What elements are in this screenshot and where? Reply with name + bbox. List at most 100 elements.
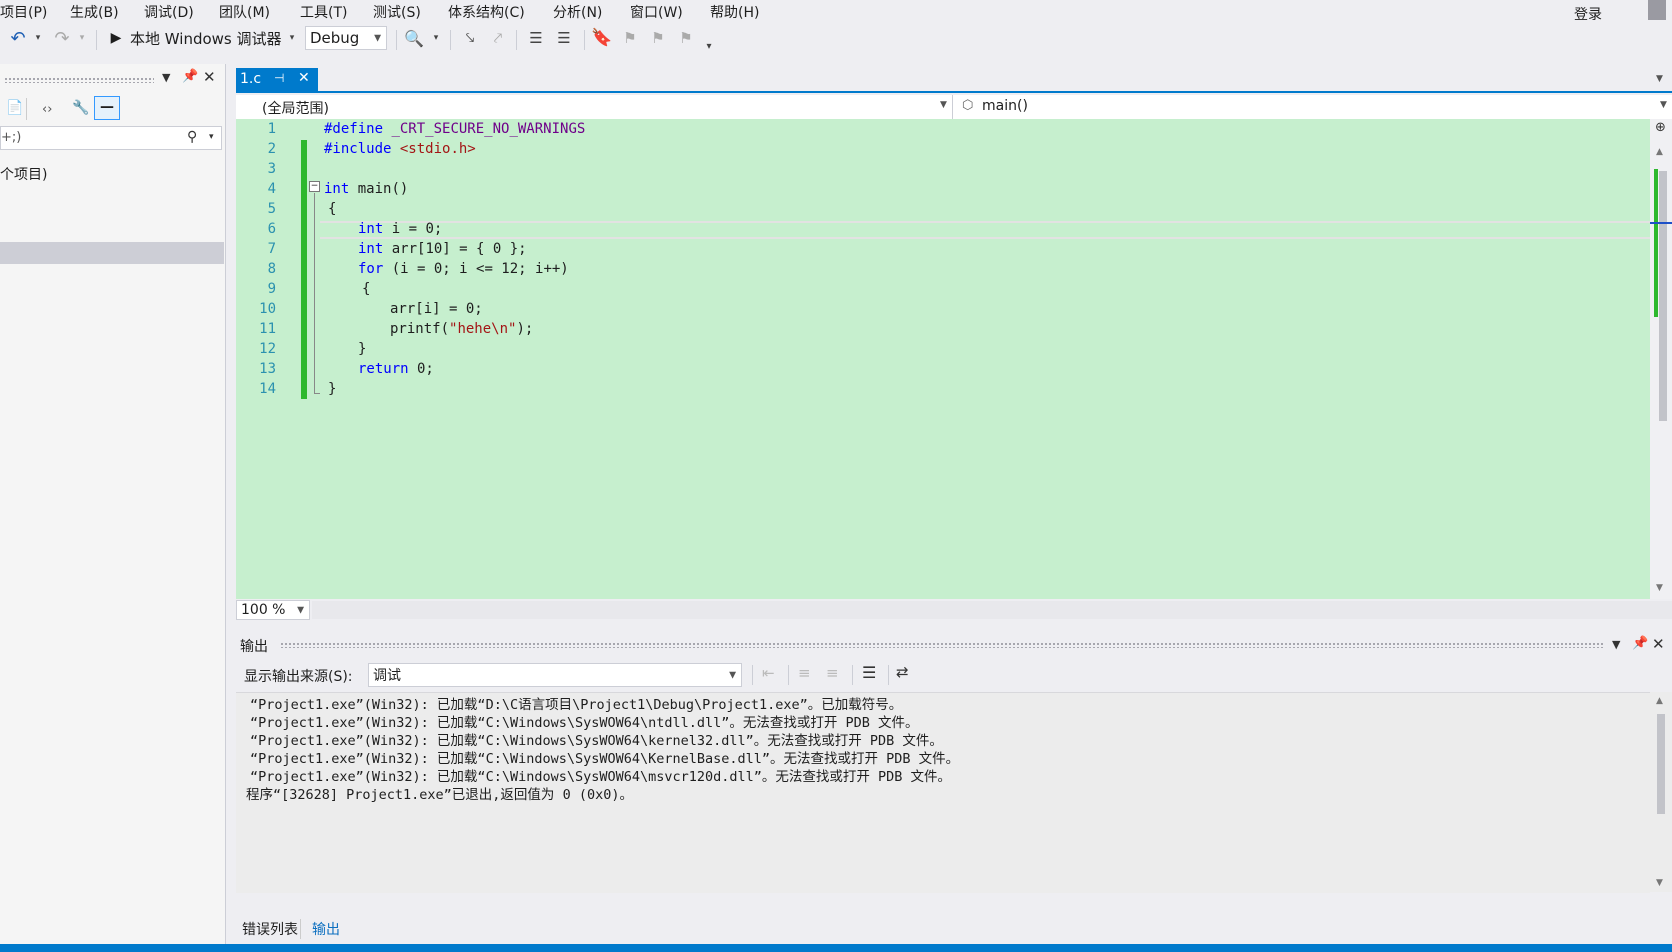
code-editor[interactable]: 1 2 3 4 5 6 7 8 9 10 11 12 13 14 − #defi… [236, 119, 1650, 599]
debugger-dropdown-icon[interactable]: ▾ [286, 24, 298, 52]
clear-all-icon[interactable]: ☰ [862, 663, 876, 682]
clear-bookmarks-icon[interactable]: ⚑ [674, 24, 698, 52]
undo-icon[interactable]: ↶ [6, 24, 30, 52]
zoom-select[interactable]: 100 % ▼ [236, 600, 310, 620]
configuration-select[interactable]: Debug ▼ [305, 26, 387, 50]
redo-dropdown-icon[interactable]: ▾ [76, 24, 88, 52]
menu-analyze[interactable]: 分析(N) [553, 2, 602, 22]
next-message-icon[interactable]: ≡ [826, 664, 839, 682]
zoom-value: 100 % [241, 602, 286, 618]
step-over-icon[interactable]: ⤥ [458, 24, 482, 52]
change-tracking-bar [301, 140, 307, 399]
scrollbar-caret-marker [1650, 222, 1672, 224]
tab-overflow-icon[interactable]: ▼ [1656, 74, 1663, 84]
output-line: “Project1.exe”(Win32): 已加载“C:\Windows\Sy… [250, 769, 952, 785]
tab-1c[interactable]: 1.c ⊣ ✕ [236, 68, 318, 92]
toolbar-separator [96, 30, 97, 50]
toolbar-separator [584, 30, 585, 50]
output-source-select[interactable]: 调试 ▼ [368, 663, 742, 687]
menu-test[interactable]: 测试(S) [373, 2, 421, 22]
previous-bookmark-icon[interactable]: ⚑ [618, 24, 642, 52]
scroll-down-icon[interactable]: ▼ [1656, 583, 1663, 593]
menu-team[interactable]: 团队(M) [219, 2, 270, 22]
code-line: #define _CRT_SECURE_NO_WARNINGS [324, 121, 586, 137]
selected-tree-row[interactable] [0, 242, 224, 264]
login-link[interactable]: 登录 [1574, 4, 1602, 24]
panel-dropdown-icon[interactable]: ▼ [1612, 638, 1620, 651]
view-code-icon[interactable]: ‹› [42, 102, 52, 117]
scroll-up-icon[interactable]: ▲ [1656, 147, 1663, 157]
step-out-icon[interactable]: ⤤ [486, 24, 510, 52]
editor-zoom-bar: 100 % ▼ [236, 599, 1672, 621]
scroll-thumb[interactable] [1659, 171, 1667, 421]
scroll-down-icon[interactable]: ▼ [1656, 878, 1663, 888]
scroll-thumb[interactable] [1657, 714, 1665, 814]
close-icon[interactable]: ✕ [203, 68, 216, 86]
chevron-down-icon: ▼ [374, 33, 381, 44]
line-number: 4 [267, 181, 276, 197]
decrease-indent-icon[interactable]: ☰ [524, 24, 548, 52]
collapse-outline-icon[interactable]: − [309, 181, 320, 192]
output-toolbar: 显示输出来源(S): 调试 ▼ ⇤ ≡ ≡ ☰ ⇄ [236, 660, 1672, 690]
pin-icon[interactable]: 📌 [1632, 636, 1648, 651]
output-vertical-scrollbar[interactable]: ▲ ▼ [1650, 692, 1672, 892]
output-line: “Project1.exe”(Win32): 已加载“D:\C语言项目\Proj… [250, 697, 903, 713]
status-bar [0, 944, 1672, 952]
undo-dropdown-icon[interactable]: ▾ [32, 24, 44, 52]
redo-icon[interactable]: ↷ [50, 24, 74, 52]
increase-indent-icon[interactable]: ☰ [552, 24, 576, 52]
properties-wrench-icon[interactable]: 🔧 [72, 100, 89, 116]
output-source-value: 调试 [373, 668, 401, 684]
find-dropdown-icon[interactable]: ▾ [430, 24, 442, 52]
panel-grip [4, 77, 154, 83]
current-line-highlight [320, 221, 1650, 239]
tab-error-list[interactable]: 错误列表 [240, 919, 301, 939]
toolbar-overflow-icon[interactable]: ▾ [702, 32, 716, 60]
tab-close-icon[interactable]: ✕ [298, 70, 310, 86]
menu-debug[interactable]: 调试(D) [144, 2, 194, 22]
start-debugger-button[interactable]: 本地 Windows 调试器 [130, 24, 282, 52]
word-wrap-icon[interactable]: ⇄ [896, 663, 909, 681]
document-tab-strip: 1.c ⊣ ✕ ▼ [236, 64, 1672, 92]
collapse-all-icon[interactable]: — [94, 96, 120, 120]
bookmark-icon[interactable]: 🔖 [590, 24, 614, 52]
start-debug-icon[interactable]: ▶ [106, 24, 126, 52]
code-line: return 0; [358, 361, 434, 377]
search-icon: ⚲ [187, 129, 198, 145]
outline-line [314, 193, 315, 393]
account-icon[interactable] [1648, 0, 1666, 20]
line-number: 12 [259, 341, 276, 357]
solution-explorer-panel: ▼ 📌 ✕ 📄 ‹› 🔧 — +;) ⚲ ▾ 个项目) [0, 64, 226, 944]
editor-vertical-scrollbar[interactable]: ⊕ ▲ ▼ [1650, 119, 1672, 599]
find-in-files-icon[interactable]: 🔍 [402, 24, 426, 52]
scope-dropdown[interactable]: (全局范围) ▼ [236, 95, 953, 119]
horizontal-scrollbar[interactable] [312, 601, 1672, 619]
member-dropdown[interactable]: ⬡ main() ▼ [954, 95, 1672, 119]
tab-pin-icon[interactable]: ⊣ [274, 71, 284, 85]
previous-message-icon[interactable]: ≡ [798, 664, 811, 682]
panel-grip [280, 642, 1604, 648]
output-title: 输出 [240, 639, 268, 655]
menu-build[interactable]: 生成(B) [70, 2, 119, 22]
close-icon[interactable]: ✕ [1652, 635, 1665, 653]
line-number: 9 [267, 281, 276, 297]
search-field[interactable]: +;) ⚲ ▾ [0, 126, 222, 150]
panel-dropdown-icon[interactable]: ▼ [162, 71, 170, 84]
tab-output[interactable]: 输出 [312, 919, 340, 939]
search-options-dropdown-icon[interactable]: ▾ [209, 132, 214, 142]
find-message-icon[interactable]: ⇤ [762, 664, 775, 682]
menu-tools[interactable]: 工具(T) [300, 2, 347, 22]
output-line: “Project1.exe”(Win32): 已加载“C:\Windows\Sy… [250, 733, 943, 749]
output-text-area[interactable]: “Project1.exe”(Win32): 已加载“D:\C语言项目\Proj… [236, 692, 1650, 893]
menu-help[interactable]: 帮助(H) [710, 2, 759, 22]
next-bookmark-icon[interactable]: ⚑ [646, 24, 670, 52]
menu-project[interactable]: 项目(P) [0, 2, 47, 22]
scroll-up-icon[interactable]: ▲ [1656, 696, 1663, 706]
bottom-tool-tabs: 错误列表 输出 [236, 916, 1672, 940]
show-all-files-icon[interactable]: 📄 [6, 100, 23, 116]
menu-window[interactable]: 窗口(W) [630, 2, 683, 22]
solution-tree-item[interactable]: 个项目) [0, 164, 47, 184]
pin-icon[interactable]: 📌 [182, 69, 198, 84]
split-window-icon[interactable]: ⊕ [1655, 120, 1666, 135]
menu-architecture[interactable]: 体系结构(C) [448, 2, 525, 22]
